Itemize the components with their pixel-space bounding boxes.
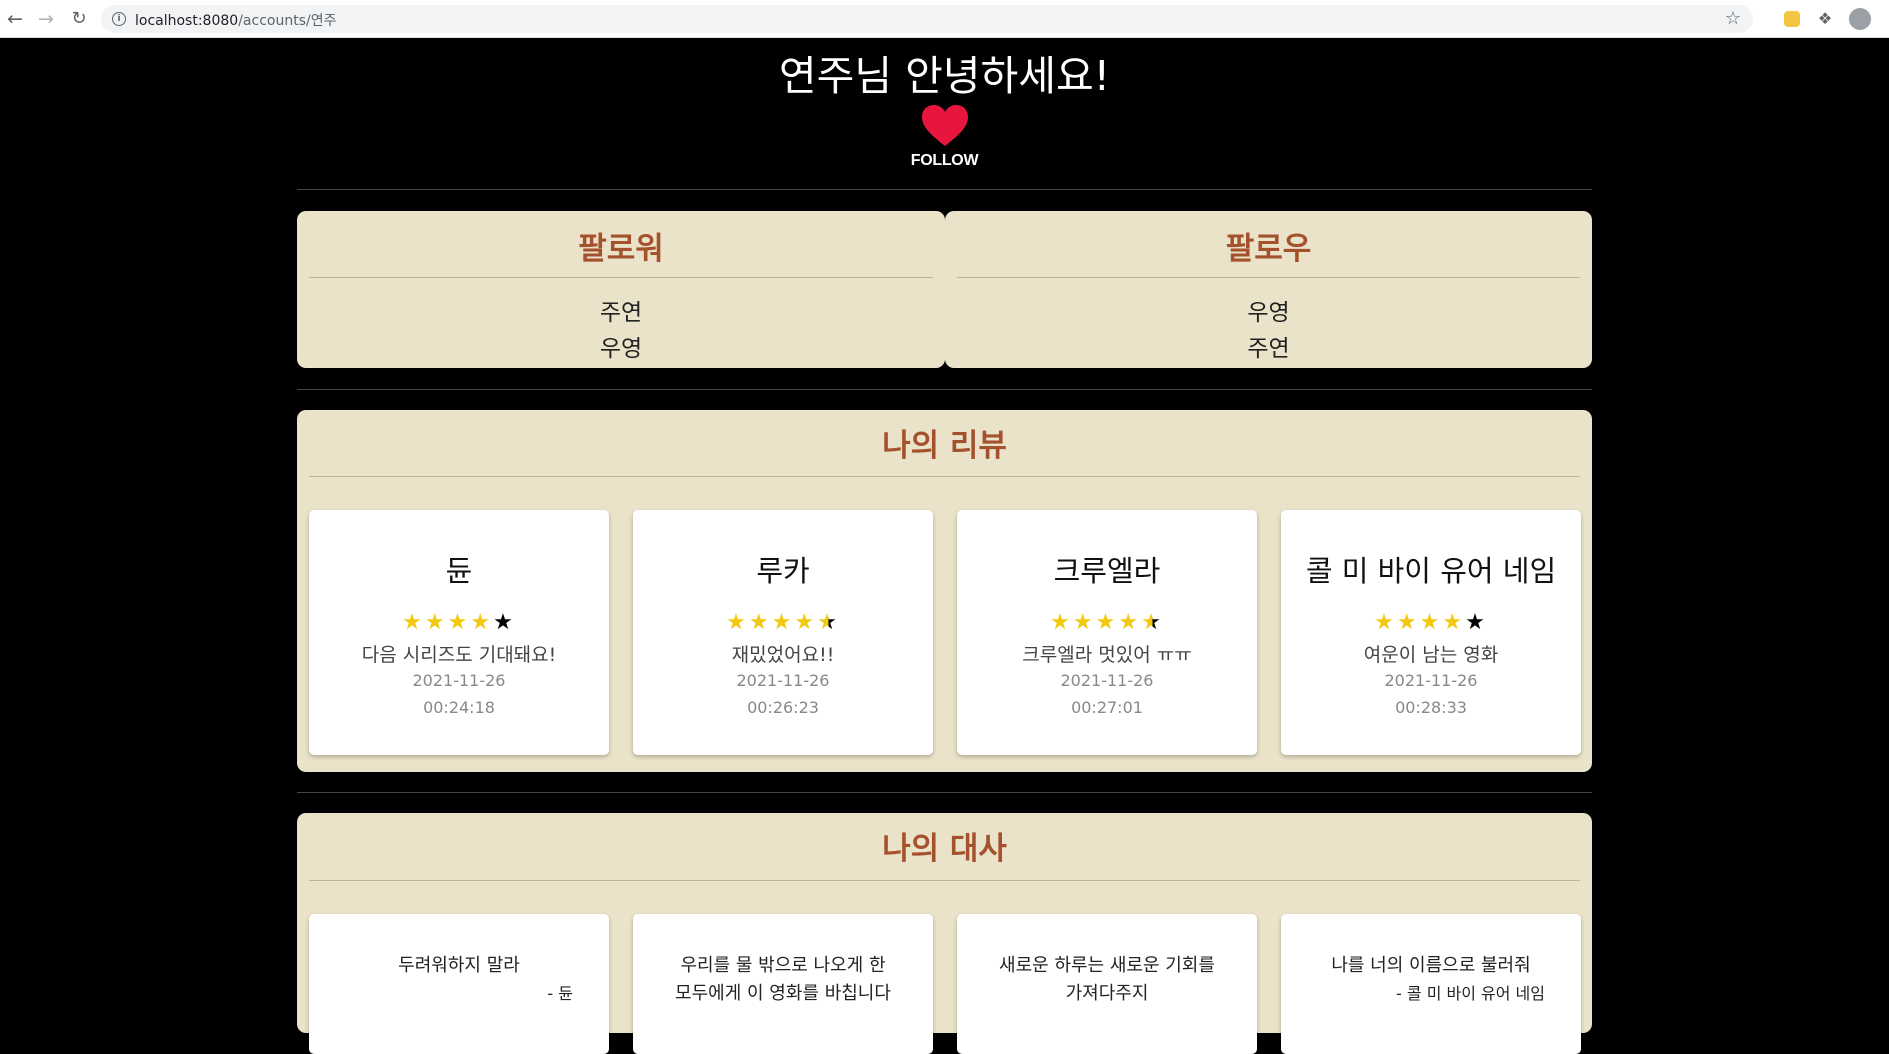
following-panel: 팔로우 우영 주연: [945, 211, 1592, 368]
star-rating: ★★★★★: [957, 610, 1257, 636]
review-comment: 재밌었어요!!: [731, 644, 835, 666]
heart-icon[interactable]: [921, 104, 969, 148]
quote-card[interactable]: 나를 너의 이름으로 불러줘 - 콜 미 바이 유어 네임: [1281, 914, 1581, 1054]
quote-source: - 듄: [547, 984, 573, 1003]
review-time: 00:24:18: [423, 698, 495, 717]
star-full-icon: ★: [424, 610, 448, 635]
star-full-icon: ★: [402, 610, 425, 635]
reviews-title: 나의 리뷰: [882, 428, 1007, 464]
forward-arrow-icon[interactable]: →: [34, 7, 58, 31]
star-rating: ★★★★★: [1281, 610, 1581, 636]
quote-text: 두려워하지 말라: [309, 952, 609, 980]
star-half-icon: ★: [817, 610, 840, 635]
star-full-icon: ★: [470, 610, 494, 635]
browser-toolbar: ← → ↻ i localhost:8080/accounts/연주 ☆ ❖: [0, 0, 1889, 38]
review-time: 00:27:01: [1071, 698, 1143, 717]
review-card[interactable]: 루카 ★★★★★ 재밌었어요!! 2021-11-26 00:26:23: [633, 510, 933, 755]
panel-divider: [309, 277, 933, 278]
quote-line: 우리를 물 밖으로 나오게 한: [680, 955, 886, 976]
divider: [297, 792, 1592, 793]
divider: [297, 189, 1592, 190]
page-title: 연주님 안녕하세요!: [778, 52, 1111, 100]
info-icon[interactable]: i: [112, 12, 126, 26]
star-empty-icon: ★: [1465, 610, 1488, 635]
star-full-icon: ★: [1118, 610, 1142, 635]
star-rating: ★★★★★: [633, 610, 933, 636]
star-rating: ★★★★★: [309, 610, 609, 636]
quote-card[interactable]: 우리를 물 밖으로 나오게 한모두에게 이 영화를 바칩니다: [633, 914, 933, 1054]
star-full-icon: ★: [1442, 610, 1466, 635]
review-movie-title: 듄: [445, 554, 473, 588]
star-full-icon: ★: [748, 610, 772, 635]
star-full-icon: ★: [726, 610, 749, 635]
review-date: 2021-11-26: [1384, 671, 1478, 690]
quote-text: 새로운 하루는 새로운 기회를가져다주지: [957, 952, 1257, 1008]
quote-line: 두려워하지 말라: [398, 955, 520, 976]
reload-icon[interactable]: ↻: [67, 7, 91, 31]
star-full-icon: ★: [1095, 610, 1119, 635]
quote-text: 우리를 물 밖으로 나오게 한모두에게 이 영화를 바칩니다: [633, 952, 933, 1008]
url-host: localhost:8080: [135, 13, 239, 29]
star-half-icon: ★: [1141, 610, 1164, 635]
follower-name[interactable]: 우영: [297, 329, 945, 363]
review-card[interactable]: 듄 ★★★★★ 다음 시리즈도 기대돼요! 2021-11-26 00:24:1…: [309, 510, 609, 755]
extension-icon[interactable]: [1784, 11, 1800, 27]
quote-card[interactable]: 두려워하지 말라 - 듄: [309, 914, 609, 1054]
star-full-icon: ★: [1374, 610, 1397, 635]
quote-line: 모두에게 이 영화를 바칩니다: [675, 983, 891, 1004]
quote-line: 나를 너의 이름으로 불러줘: [1331, 955, 1531, 976]
address-bar[interactable]: i localhost:8080/accounts/연주 ☆: [101, 5, 1753, 33]
quote-line: 새로운 하루는 새로운 기회를: [999, 955, 1215, 976]
followers-title: 팔로워: [578, 231, 664, 267]
review-date: 2021-11-26: [412, 671, 506, 690]
star-full-icon: ★: [1396, 610, 1420, 635]
review-card[interactable]: 콜 미 바이 유어 네임 ★★★★★ 여운이 남는 영화 2021-11-26 …: [1281, 510, 1581, 755]
followers-panel: 팔로워 주연 우영: [297, 211, 945, 368]
review-time: 00:26:23: [747, 698, 819, 717]
puzzle-icon[interactable]: ❖: [1815, 9, 1835, 29]
review-movie-title: 콜 미 바이 유어 네임: [1305, 554, 1557, 588]
review-time: 00:28:33: [1395, 698, 1467, 717]
url-text[interactable]: localhost:8080/accounts/연주: [135, 10, 336, 30]
reviews-panel: 나의 리뷰 듄 ★★★★★ 다음 시리즈도 기대돼요! 2021-11-26 0…: [297, 410, 1592, 772]
review-date: 2021-11-26: [736, 671, 830, 690]
panel-divider: [309, 476, 1580, 477]
quote-source: - 콜 미 바이 유어 네임: [1396, 984, 1545, 1003]
star-full-icon: ★: [771, 610, 795, 635]
profile-avatar[interactable]: [1849, 8, 1871, 30]
quotes-title: 나의 대사: [882, 831, 1007, 867]
following-name[interactable]: 주연: [945, 329, 1592, 363]
following-title: 팔로우: [1225, 231, 1312, 267]
quote-card[interactable]: 새로운 하루는 새로운 기회를가져다주지: [957, 914, 1257, 1054]
star-full-icon: ★: [1050, 610, 1073, 635]
follow-button[interactable]: FOLLOW: [0, 152, 1889, 170]
review-comment: 여운이 남는 영화: [1363, 644, 1499, 666]
url-path: /accounts/연주: [238, 13, 337, 29]
star-full-icon: ★: [1419, 610, 1443, 635]
quote-line: 가져다주지: [1065, 983, 1149, 1004]
review-date: 2021-11-26: [1060, 671, 1154, 690]
back-arrow-icon[interactable]: ←: [3, 7, 27, 31]
review-comment: 크루엘라 멋있어 ㅠㅠ: [1022, 644, 1192, 666]
following-name[interactable]: 우영: [945, 293, 1592, 327]
bookmark-star-icon[interactable]: ☆: [1725, 8, 1741, 29]
quotes-panel: 나의 대사 두려워하지 말라 - 듄 우리를 물 밖으로 나오게 한모두에게 이…: [297, 813, 1592, 1054]
panel-divider: [957, 277, 1580, 278]
star-full-icon: ★: [794, 610, 818, 635]
profile-page: 연주님 안녕하세요! FOLLOW 팔로워 주연 우영 팔로우 우영 주연 나의…: [0, 38, 1889, 1054]
review-movie-title: 크루엘라: [1053, 554, 1161, 588]
star-empty-icon: ★: [493, 610, 516, 635]
star-full-icon: ★: [1072, 610, 1096, 635]
review-comment: 다음 시리즈도 기대돼요!: [361, 644, 557, 666]
follower-name[interactable]: 주연: [297, 293, 945, 327]
panel-divider: [309, 880, 1580, 881]
quote-text: 나를 너의 이름으로 불러줘: [1281, 952, 1581, 980]
review-movie-title: 루카: [756, 554, 810, 588]
divider: [297, 389, 1592, 390]
star-full-icon: ★: [447, 610, 471, 635]
review-card[interactable]: 크루엘라 ★★★★★ 크루엘라 멋있어 ㅠㅠ 2021-11-26 00:27:…: [957, 510, 1257, 755]
